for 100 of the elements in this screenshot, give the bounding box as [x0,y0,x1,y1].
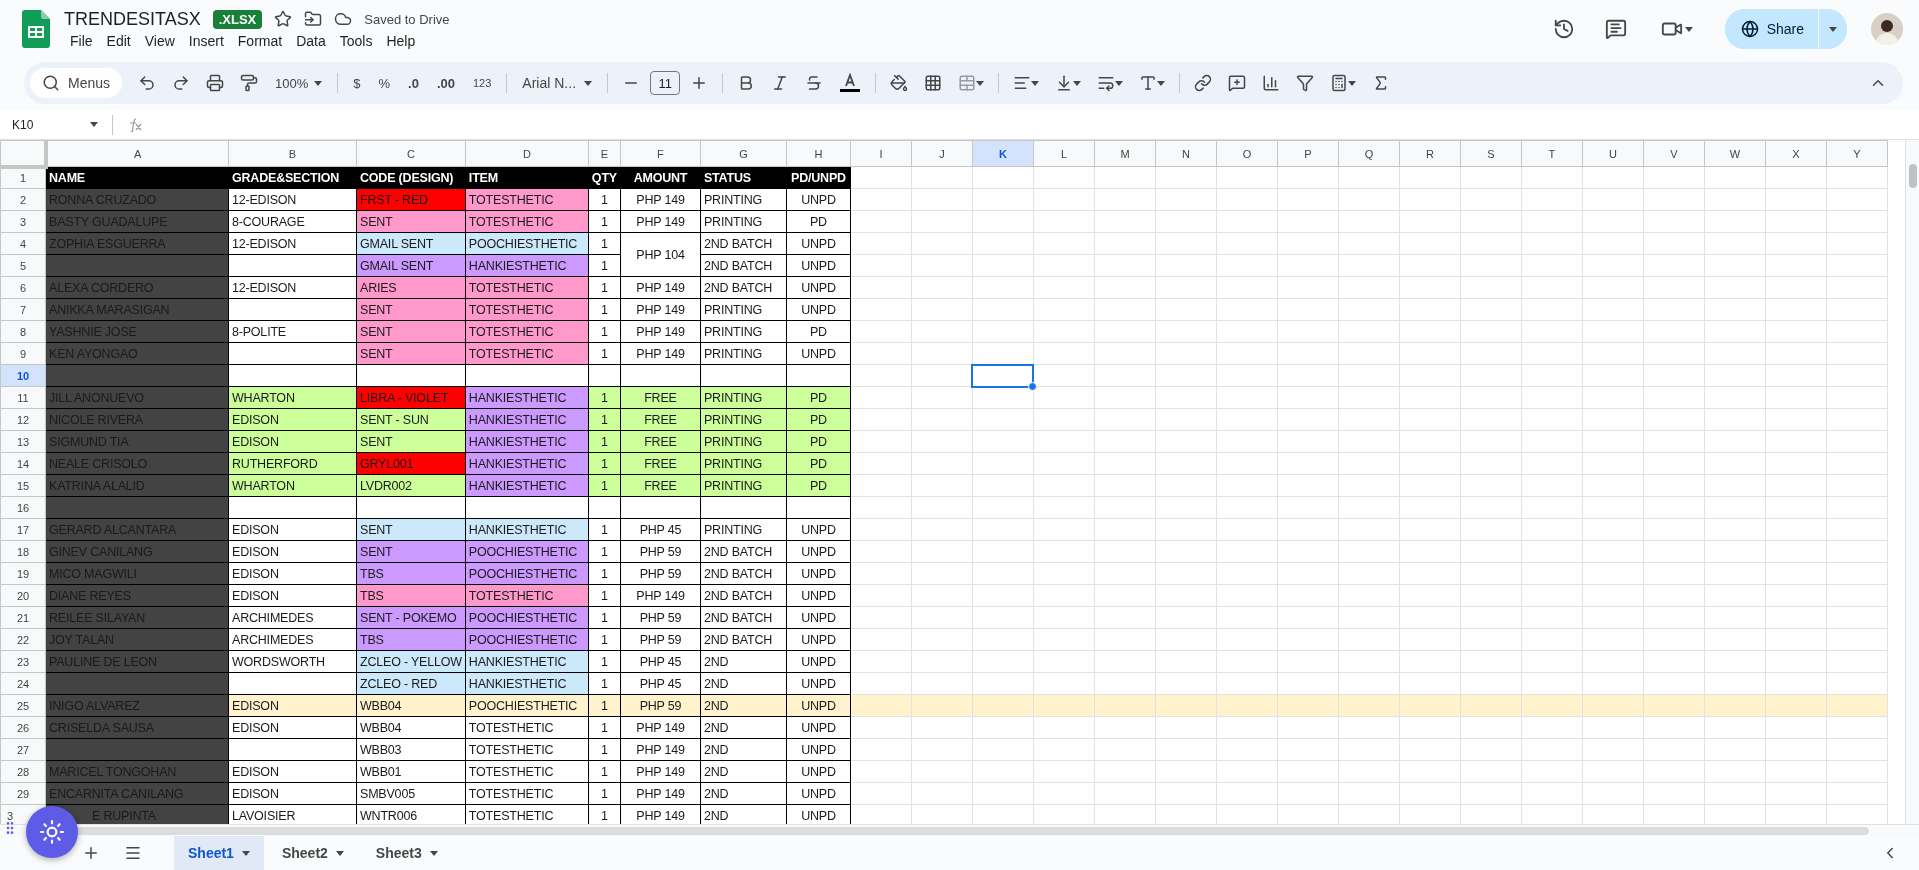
column-header[interactable]: G [700,140,787,167]
number-format[interactable]: 123 [466,77,499,89]
menu-item[interactable]: Edit [100,31,137,50]
borders-icon[interactable] [924,74,943,92]
row-header[interactable]: 16 [0,496,46,519]
menu-item[interactable]: Tools [333,31,379,50]
font-size-field[interactable]: 11 [650,71,681,95]
sheet-tab[interactable]: Sheet2 [267,836,358,870]
column-header[interactable]: X [1765,140,1827,167]
row-header[interactable]: 21 [0,606,46,629]
row-header[interactable]: 7 [0,298,46,321]
decrease-decimal[interactable]: .0 [401,75,426,91]
menu-item[interactable]: File [64,31,99,50]
column-header[interactable]: B [228,140,357,167]
star-icon[interactable] [274,10,293,28]
row-header[interactable]: 3 [7,809,14,822]
row-header[interactable]: 5 [0,254,46,277]
share-button[interactable]: Share [1724,9,1819,49]
undo-icon[interactable] [138,74,157,92]
column-header[interactable]: R [1399,140,1461,167]
zoom-select[interactable]: 100% [268,75,330,91]
fill-color-icon[interactable] [890,74,909,92]
row-header[interactable]: 9 [0,342,46,365]
column-header[interactable]: U [1582,140,1644,167]
column-header[interactable]: O [1216,140,1278,167]
column-header[interactable]: J [911,140,973,167]
currency-format[interactable]: $ [346,75,368,91]
align-left-icon[interactable] [1013,74,1032,92]
column-header[interactable]: L [1033,140,1095,167]
increase-decimal[interactable]: .00 [429,75,462,91]
row-header[interactable]: 25 [0,694,46,717]
row-header[interactable]: 3 [0,210,46,233]
document-title[interactable]: TRENDESITASX [64,8,201,30]
menu-item[interactable]: View [138,31,181,50]
sheets-logo-icon[interactable] [22,10,50,48]
column-header[interactable]: W [1704,140,1766,167]
row-header[interactable]: 22 [0,628,46,651]
menu-icon[interactable] [124,844,142,862]
row-header[interactable]: 13 [0,430,46,453]
menus-search[interactable]: Menus [30,68,123,98]
menu-item[interactable]: Insert [182,31,230,50]
move-folder-icon[interactable] [304,10,323,28]
column-header[interactable]: C [356,140,466,167]
print-icon[interactable] [206,74,225,92]
column-header[interactable]: T [1521,140,1583,167]
row-header[interactable]: 19 [0,562,46,585]
column-header[interactable]: A [45,140,229,167]
row-header[interactable]: 18 [0,540,46,563]
filter-icon[interactable] [1296,74,1315,92]
column-header[interactable]: E [588,140,621,167]
add-sheet-icon[interactable] [82,844,100,862]
menu-item[interactable]: Format [231,31,289,50]
menu-item[interactable]: Data [290,31,332,50]
column-header[interactable]: D [465,140,589,167]
strikethrough-icon[interactable] [805,74,824,92]
paint-format-icon[interactable] [240,74,259,92]
row-header[interactable]: 23 [0,650,46,673]
horizontal-scrollbar[interactable] [0,824,1919,836]
column-header[interactable]: P [1277,140,1339,167]
comment-icon[interactable] [1604,18,1627,40]
row-header[interactable]: 10 [0,364,46,387]
row-header[interactable]: 28 [0,760,46,783]
sheet-tab[interactable]: Sheet3 [361,836,452,870]
percent-format[interactable]: % [371,75,398,91]
column-header[interactable]: V [1643,140,1705,167]
column-header[interactable]: S [1460,140,1522,167]
merge-cells-icon[interactable] [958,74,977,92]
column-header[interactable]: I [850,140,912,167]
vertical-scrollbar[interactable] [1905,140,1919,824]
column-header[interactable]: F [620,140,701,167]
row-header[interactable]: 17 [0,518,46,541]
avatar[interactable] [1871,13,1903,45]
row-header[interactable]: 15 [0,474,46,497]
column-header[interactable]: H [786,140,851,167]
text-color-icon[interactable] [839,73,862,93]
row-header[interactable]: 14 [0,452,46,475]
row-header[interactable]: 8 [0,320,46,343]
row-header[interactable]: 12 [0,408,46,431]
redo-icon[interactable] [172,74,191,92]
chart-icon[interactable] [1262,74,1281,92]
font-select[interactable]: Arial N... [515,75,600,91]
row-header[interactable]: 4 [0,232,46,255]
column-header[interactable]: Q [1338,140,1400,167]
menu-item[interactable]: Help [380,31,422,50]
column-header[interactable]: Y [1826,140,1888,167]
row-header[interactable]: 11 [0,386,46,409]
column-header[interactable]: N [1155,140,1217,167]
row-header[interactable]: 6 [0,276,46,299]
row-header[interactable]: 2 [0,188,46,211]
row-header[interactable]: 26 [0,716,46,739]
wrap-text-icon[interactable] [1097,74,1116,92]
name-box[interactable]: K10 [12,117,98,132]
link-icon[interactable] [1194,74,1213,92]
history-icon[interactable] [1552,18,1575,40]
column-header[interactable]: K [972,140,1034,167]
column-header[interactable]: M [1094,140,1156,167]
add-comment-icon[interactable] [1228,74,1247,92]
sheet-tab[interactable]: Sheet1 [174,836,264,870]
calculator-icon[interactable] [1330,74,1349,92]
row-header[interactable]: 20 [0,584,46,607]
